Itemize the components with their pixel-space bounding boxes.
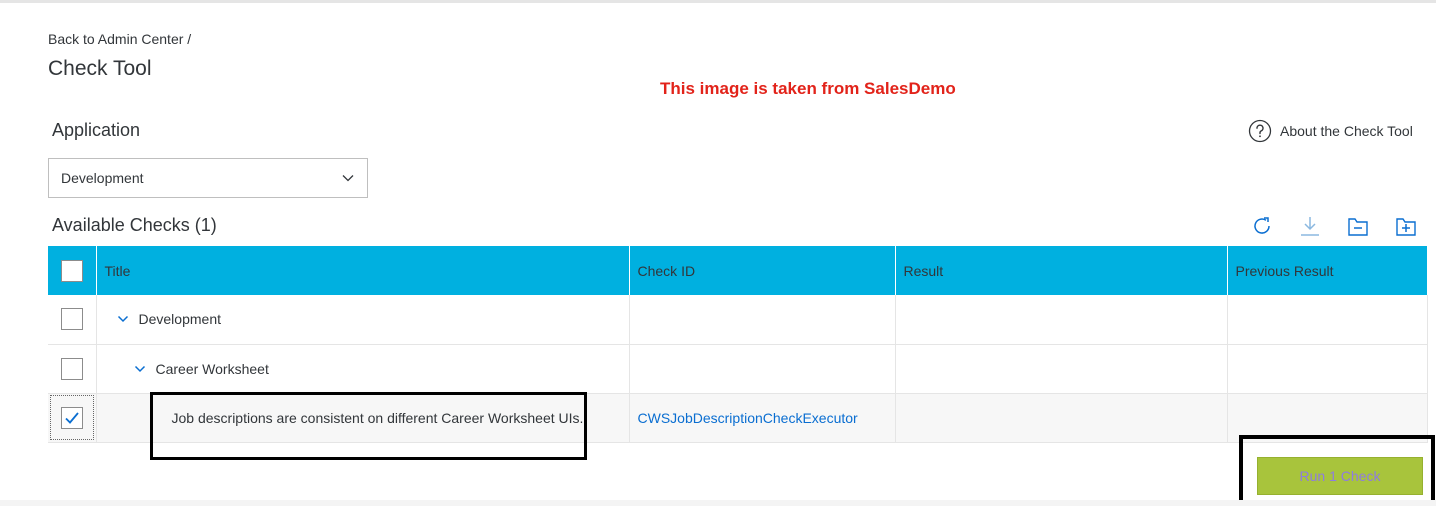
download-icon	[1301, 217, 1319, 236]
title-cell: Job descriptions are consistent on diffe…	[96, 393, 630, 443]
row-title: Job descriptions are consistent on diffe…	[171, 409, 584, 426]
about-link-label: About the Check Tool	[1280, 123, 1413, 139]
row-title: Development	[138, 311, 222, 328]
select-all-checkbox[interactable]	[60, 259, 83, 282]
application-select-value: Development	[61, 170, 144, 186]
result-cell	[895, 344, 1228, 394]
previous-result-cell	[1227, 344, 1428, 394]
checks-table: Title Check ID Result Previous Result De…	[48, 246, 1428, 443]
check-id-cell	[629, 344, 896, 394]
expand-all-icon	[1396, 218, 1416, 236]
bottom-strip	[0, 500, 1436, 506]
table-row[interactable]: Job descriptions are consistent on diffe…	[48, 393, 1428, 443]
checkmark-icon	[65, 411, 79, 424]
row-checkbox[interactable]	[60, 357, 83, 380]
table-toolbar	[1238, 212, 1430, 240]
check-id-link[interactable]: CWSJobDescriptionCheckExecutor	[638, 410, 858, 426]
refresh-icon	[1254, 217, 1270, 234]
about-check-tool-link[interactable]: About the Check Tool	[1248, 119, 1413, 143]
table-row[interactable]: Development	[48, 295, 1428, 345]
collapse-all-icon	[1348, 218, 1368, 236]
title-cell: Career Worksheet	[96, 344, 630, 394]
select-all-cell	[48, 246, 97, 295]
expand-all-button[interactable]	[1382, 212, 1430, 240]
breadcrumb-back-link[interactable]: Back to Admin Center	[48, 31, 183, 47]
download-button[interactable]	[1286, 212, 1334, 240]
result-cell	[895, 295, 1228, 345]
table-row[interactable]: Career Worksheet	[48, 344, 1428, 394]
chevron-down-icon	[342, 175, 354, 182]
title-cell: Development	[96, 295, 630, 345]
chevron-down-icon[interactable]	[117, 313, 129, 325]
page-title: Check Tool	[48, 57, 152, 80]
row-select-cell	[48, 295, 97, 345]
application-label: Application	[52, 120, 141, 140]
row-select-cell	[48, 393, 97, 443]
result-cell	[895, 393, 1228, 443]
row-select-cell	[48, 344, 97, 394]
refresh-button[interactable]	[1238, 212, 1286, 240]
column-header-title[interactable]: Title	[96, 246, 630, 295]
column-header-check-id[interactable]: Check ID	[629, 246, 896, 295]
row-checkbox[interactable]	[60, 308, 83, 331]
table-header-row: Title Check ID Result Previous Result	[48, 246, 1428, 295]
collapse-all-button[interactable]	[1334, 212, 1382, 240]
breadcrumb-separator: /	[187, 31, 192, 47]
previous-result-cell	[1227, 393, 1428, 443]
row-checkbox-checked[interactable]	[60, 406, 83, 429]
chevron-down-icon[interactable]	[134, 363, 146, 375]
check-id-cell: CWSJobDescriptionCheckExecutor	[629, 393, 896, 443]
help-icon	[1248, 119, 1272, 143]
breadcrumb: Back to Admin Center /	[48, 31, 191, 47]
previous-result-cell	[1227, 295, 1428, 345]
available-checks-label: Available Checks (1)	[52, 215, 217, 235]
run-check-button[interactable]: Run 1 Check	[1257, 457, 1423, 495]
check-id-cell	[629, 295, 896, 345]
application-select[interactable]: Development	[48, 158, 368, 198]
row-title: Career Worksheet	[155, 360, 269, 377]
watermark-text: This image is taken from SalesDemo	[660, 79, 956, 98]
column-header-result[interactable]: Result	[895, 246, 1228, 295]
top-border	[0, 0, 1436, 3]
column-header-previous-result[interactable]: Previous Result	[1227, 246, 1428, 295]
